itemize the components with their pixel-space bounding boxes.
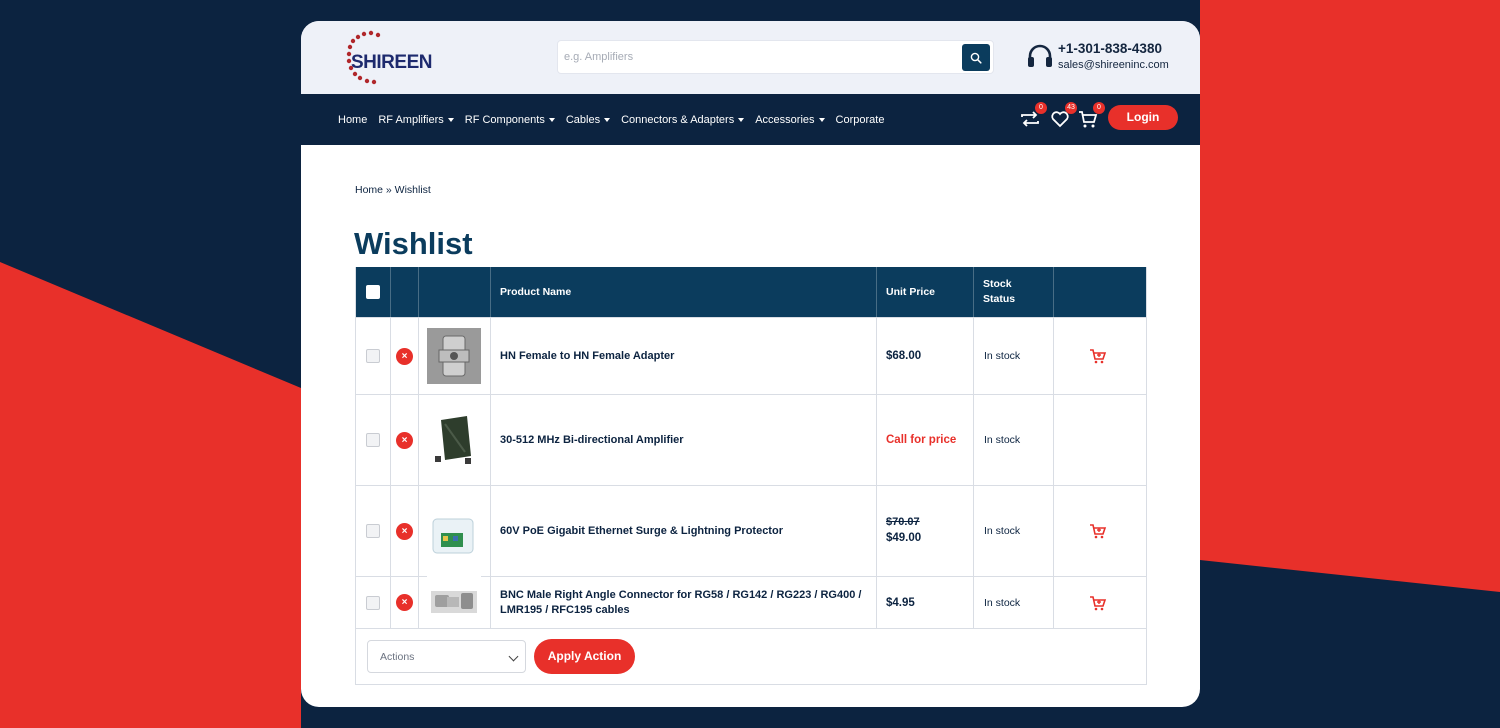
table-footer: Actions Apply Action — [356, 628, 1146, 685]
product-image[interactable] — [427, 328, 481, 384]
search-input[interactable] — [558, 41, 958, 73]
main-navigation: Home RF Amplifiers RF Components Cables Conn… — [301, 94, 1200, 145]
table-row: × 30-512 MHz Bi-directional Amplifier Call… — [356, 394, 1146, 485]
close-icon: × — [401, 597, 408, 608]
nav-item-accessories[interactable]: Accessories — [755, 113, 825, 126]
nav-item-label: Corporate — [835, 113, 885, 126]
actions-select[interactable]: Actions — [367, 640, 526, 673]
login-button[interactable]: Login — [1108, 105, 1178, 130]
nav-item-cables[interactable]: Cables — [565, 113, 611, 126]
chevron-down-icon — [508, 651, 519, 662]
nav-menu: Home RF Amplifiers RF Components Cables Conn… — [338, 94, 895, 145]
select-all-cell — [366, 267, 380, 317]
actions-select-value: Actions — [380, 650, 415, 663]
remove-item-button[interactable]: × — [396, 522, 413, 540]
product-name-link[interactable]: BNC Male Right Angle Connector for RG58 … — [500, 588, 870, 618]
add-to-cart-icon[interactable] — [1089, 348, 1107, 364]
call-for-price: Call for price — [886, 434, 957, 446]
nav-item-label: Connectors & Adapters — [621, 113, 735, 126]
brand-name: SHIREEN — [351, 52, 432, 73]
cart-button[interactable]: 0 — [1077, 102, 1105, 130]
remove-item-button[interactable]: × — [396, 594, 413, 611]
page-title: Wishlist — [354, 226, 473, 261]
headset-icon — [1028, 44, 1052, 67]
stock-status: In stock — [984, 434, 1021, 446]
caret-down-icon — [738, 117, 745, 122]
header-stock-status: Stock Status — [983, 278, 1016, 305]
header-unit-price: Unit Price — [886, 286, 936, 298]
table-row: × 60V PoE Gigabit Ethernet Surge & Lightn… — [356, 485, 1146, 576]
compare-count-badge: 0 — [1035, 102, 1047, 114]
close-icon: × — [401, 525, 408, 537]
caret-down-icon — [604, 117, 611, 122]
close-icon: × — [401, 350, 408, 362]
sale-price: $49.00 — [886, 532, 922, 544]
nav-item-label: RF Components — [464, 113, 545, 126]
add-to-cart-button[interactable] — [1089, 318, 1107, 394]
search-icon — [970, 52, 982, 64]
row-checkbox[interactable] — [366, 595, 380, 610]
remove-item-button[interactable]: × — [396, 347, 413, 365]
select-all-checkbox[interactable] — [366, 285, 380, 299]
nav-item-rf-components[interactable]: RF Components — [465, 114, 555, 126]
header-product-name: Product Name — [500, 286, 572, 298]
apply-action-button[interactable]: Apply Action — [534, 639, 635, 674]
close-icon: × — [401, 434, 408, 446]
unit-price: $4.95 — [886, 596, 915, 609]
wishlist-table: Product Name Unit Price Stock Status × HN… — [355, 267, 1147, 685]
add-to-cart-icon[interactable] — [1089, 595, 1107, 611]
remove-item-button[interactable]: × — [396, 431, 413, 449]
wishlist-button[interactable]: 43 — [1049, 102, 1077, 130]
product-image[interactable] — [427, 412, 481, 468]
nav-item-label: Home — [338, 113, 368, 126]
add-to-cart-button[interactable] — [1089, 486, 1107, 576]
caret-down-icon — [818, 117, 825, 122]
add-to-cart-button[interactable] — [1089, 577, 1107, 628]
table-row: × BNC Male Right Angle Connector for RG58… — [356, 574, 1146, 631]
nav-item-label: RF Amplifiers — [378, 113, 444, 126]
product-image[interactable] — [427, 574, 481, 631]
stock-status: In stock — [984, 596, 1021, 609]
nav-item-label: Cables — [565, 113, 601, 126]
stock-status: In stock — [984, 525, 1021, 537]
product-name-link[interactable]: 60V PoE Gigabit Ethernet Surge & Lightni… — [500, 524, 783, 539]
table-header: Product Name Unit Price Stock Status — [356, 267, 1146, 317]
caret-down-icon — [447, 117, 454, 122]
top-header: SHIREEN +1-301-838-4380 sales@shireeninc… — [301, 21, 1200, 94]
row-checkbox[interactable] — [366, 433, 380, 447]
phone-number[interactable]: +1-301-838-4380 — [1058, 41, 1162, 56]
product-name-link[interactable]: HN Female to HN Female Adapter — [500, 349, 674, 364]
nav-item-home[interactable]: Home — [338, 114, 367, 126]
nav-item-label: Accessories — [755, 113, 815, 126]
stock-status: In stock — [984, 350, 1021, 362]
product-name-link[interactable]: 30-512 MHz Bi-directional Amplifier — [500, 433, 684, 448]
product-image[interactable] — [427, 503, 481, 559]
cart-count-badge: 0 — [1093, 102, 1105, 114]
original-price: $70.07 — [886, 516, 920, 528]
compare-button[interactable]: 0 — [1019, 102, 1047, 130]
breadcrumb[interactable]: Home » Wishlist — [355, 184, 431, 196]
browser-window: SHIREEN +1-301-838-4380 sales@shireeninc… — [301, 21, 1200, 707]
email-address[interactable]: sales@shireeninc.com — [1058, 59, 1169, 71]
search-bar — [557, 40, 994, 74]
nav-item-connectors-adapters[interactable]: Connectors & Adapters — [621, 113, 745, 126]
add-to-cart-icon[interactable] — [1089, 523, 1107, 539]
caret-down-icon — [548, 117, 555, 122]
table-row: × HN Female to HN Female Adapter $68.00 In … — [356, 317, 1146, 394]
row-checkbox[interactable] — [366, 524, 380, 538]
table-body: × HN Female to HN Female Adapter $68.00 In … — [356, 317, 1146, 631]
nav-item-rf-amplifiers[interactable]: RF Amplifiers — [378, 113, 454, 126]
row-checkbox[interactable] — [366, 349, 380, 363]
search-button[interactable] — [962, 44, 990, 71]
wishlist-count-badge: 43 — [1065, 102, 1077, 114]
nav-item-corporate[interactable]: Corporate — [836, 114, 885, 126]
unit-price: $68.00 — [886, 350, 922, 362]
